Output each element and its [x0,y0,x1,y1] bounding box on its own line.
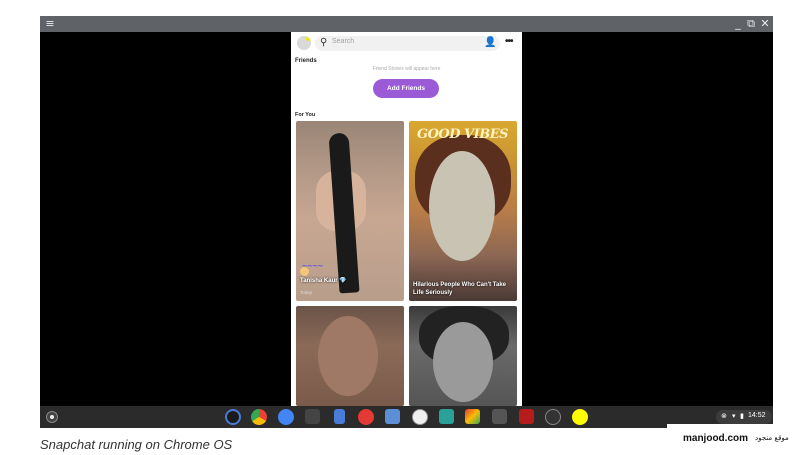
window-titlebar: ≡ _ ⧉ ✕ [40,16,773,32]
podcast-icon[interactable] [225,409,241,425]
paint-icon[interactable] [465,409,480,424]
status-tray[interactable]: ⊗ ▾ ▮ 14:52 [716,410,772,424]
figure-caption: Snapchat running on Chrome OS [40,437,233,452]
search-input[interactable]: ⚲ Search [315,36,500,51]
clock: 14:52 [748,412,766,419]
camera-icon[interactable] [439,409,454,424]
battery-icon: ▮ [740,413,744,420]
avatar-badge [306,36,311,41]
youtube-icon[interactable] [358,409,374,425]
for-you-section-title: For You [295,112,316,118]
snapchat-icon[interactable] [572,409,588,425]
story-image-face [433,322,493,402]
story-tile[interactable] [409,306,517,406]
launcher-button[interactable] [46,411,58,423]
friends-empty-text: Friend Stories will appear here [372,66,441,72]
bitmoji-avatar [300,267,309,276]
snapchat-app: ⚲ Search 👤 ••• Friends Friend Stories wi… [291,32,522,406]
story-image-face [318,316,378,396]
watermark-arabic: موقع منجود [755,434,789,442]
add-friends-button[interactable]: Add Friends [373,79,439,98]
terminal-icon[interactable] [305,409,320,424]
terminal2-icon[interactable] [545,409,561,425]
wifi-icon: ▾ [732,413,736,420]
app-top-bar: ⚲ Search 👤 ••• [291,32,522,56]
watermark-latin: manjood.com [683,433,749,444]
window-menu-icon[interactable]: ≡ [44,18,56,30]
restore-icon[interactable]: ⧉ [745,18,757,30]
close-icon[interactable]: ✕ [759,18,771,30]
friends-section-title: Friends [295,58,317,64]
game-icon[interactable] [492,409,507,424]
notification-icon: ⊗ [721,413,727,420]
story-title: Tanisha Kaur 💎 [300,278,347,284]
story-overlay-text: GOOD VIBES [417,127,509,142]
files-icon[interactable] [278,409,294,425]
add-friend-icon[interactable]: 👤 [484,37,496,48]
docs-icon[interactable] [334,409,345,424]
story-image-face [429,151,495,261]
watermark: manjood.com موقع منجود [667,424,801,455]
search-icon: ⚲ [320,37,328,48]
profile-avatar[interactable] [297,36,311,50]
search-placeholder: Search [332,38,355,45]
chrome-icon[interactable] [251,409,267,425]
play-store-icon[interactable] [412,409,428,425]
chromeos-shelf: ⊗ ▾ ▮ 14:52 [40,406,773,428]
minimize-icon[interactable]: _ [732,18,744,30]
more-icon[interactable]: ••• [505,36,513,47]
story-tile[interactable] [296,306,404,406]
gallery-icon[interactable] [385,409,400,424]
story-subtitle: Today [300,290,313,295]
story-tile[interactable]: GOOD VIBES Hilarious People Who Can't Ta… [409,121,517,301]
game2-icon[interactable] [519,409,534,424]
story-tile[interactable]: ~~~~ Tanisha Kaur 💎 Today [296,121,404,301]
story-title: Hilarious People Who Can't Take Life Ser… [413,282,506,296]
